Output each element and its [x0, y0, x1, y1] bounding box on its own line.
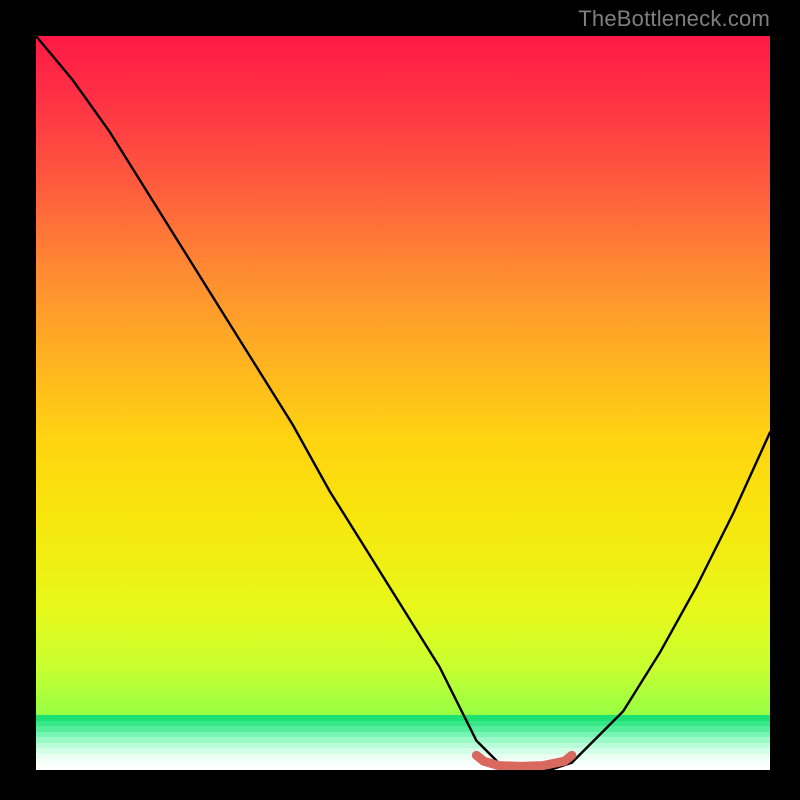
curve-layer	[36, 36, 770, 770]
plot-area	[36, 36, 770, 770]
watermark-text: TheBottleneck.com	[578, 6, 770, 32]
optimal-range-marker	[476, 755, 571, 766]
chart-frame: TheBottleneck.com	[0, 0, 800, 800]
bottleneck-curve	[36, 36, 770, 770]
